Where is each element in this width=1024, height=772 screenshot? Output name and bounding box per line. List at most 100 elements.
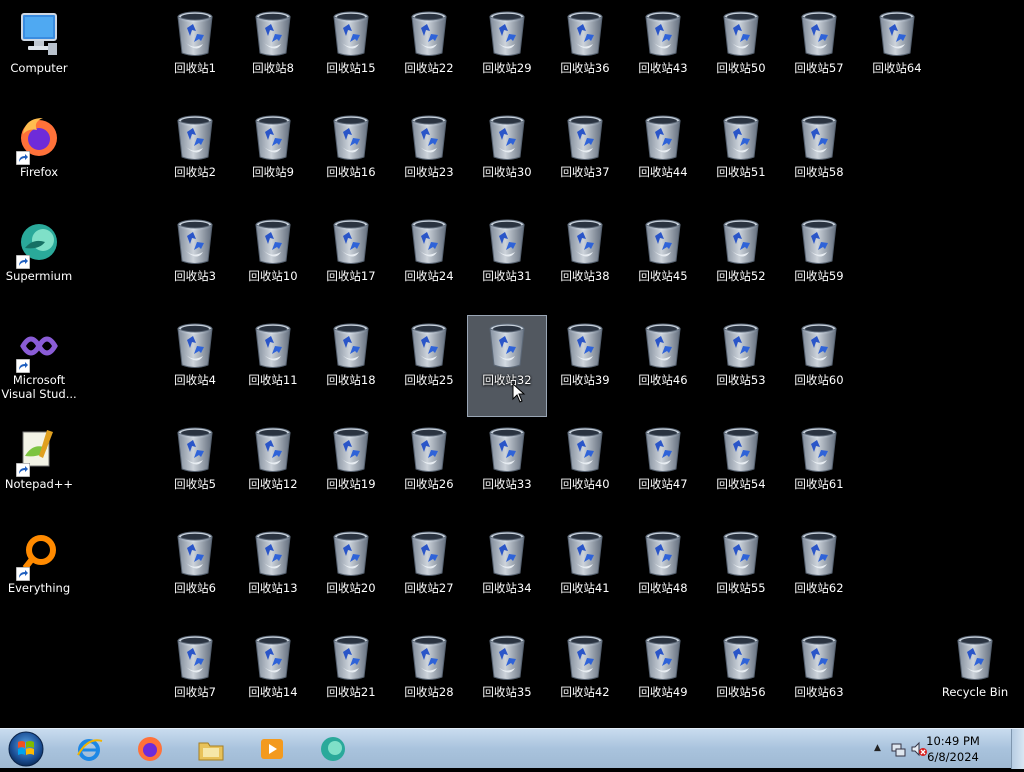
- recycle-bin-shortcut[interactable]: 回收站47: [624, 420, 702, 520]
- recycle-bin-shortcut[interactable]: 回收站6: [156, 524, 234, 624]
- recycle-bin-shortcut[interactable]: 回收站63: [780, 628, 858, 728]
- recycle-bin-shortcut[interactable]: 回收站17: [312, 212, 390, 312]
- recycle-bin-shortcut[interactable]: 回收站36: [546, 4, 624, 104]
- desktop-icon-label: 回收站61: [794, 477, 844, 491]
- taskbar-supermium-button[interactable]: [306, 731, 360, 767]
- recycle-bin-shortcut[interactable]: 回收站56: [702, 628, 780, 728]
- start-button[interactable]: [6, 730, 46, 768]
- recycle-bin-shortcut[interactable]: 回收站60: [780, 316, 858, 416]
- recycle-bin-shortcut[interactable]: 回收站34: [468, 524, 546, 624]
- recycle-bin-shortcut[interactable]: 回收站23: [390, 108, 468, 208]
- recycle-bin-shortcut[interactable]: 回收站33: [468, 420, 546, 520]
- recycle-bin-shortcut[interactable]: 回收站44: [624, 108, 702, 208]
- recycle-bin-icon: [333, 635, 369, 680]
- recycle-bin-shortcut[interactable]: 回收站46: [624, 316, 702, 416]
- recycle-bin-shortcut[interactable]: 回收站38: [546, 212, 624, 312]
- clock[interactable]: 10:49 PM 6/8/2024: [918, 733, 988, 765]
- recycle-bin-shortcut[interactable]: 回收站1: [156, 4, 234, 104]
- recycle-bin-icon: [255, 635, 291, 680]
- recycle-bin-shortcut[interactable]: 回收站16: [312, 108, 390, 208]
- recycle-bin-shortcut[interactable]: 回收站27: [390, 524, 468, 624]
- recycle-bin-shortcut[interactable]: 回收站62: [780, 524, 858, 624]
- recycle-bin-shortcut[interactable]: 回收站8: [234, 4, 312, 104]
- desktop-icon-label: 回收站13: [248, 581, 298, 595]
- recycle-bin-shortcut[interactable]: 回收站32: [467, 315, 547, 417]
- recycle-bin-shortcut[interactable]: 回收站48: [624, 524, 702, 624]
- visual-studio-desktop-icon[interactable]: Microsoft Visual Stud...: [0, 316, 78, 416]
- recycle-bin-shortcut[interactable]: 回收站21: [312, 628, 390, 728]
- recycle-bin-shortcut[interactable]: 回收站14: [234, 628, 312, 728]
- recycle-bin-shortcut[interactable]: 回收站29: [468, 4, 546, 104]
- taskbar-file-explorer-button[interactable]: [184, 731, 238, 767]
- recycle-bin-shortcut[interactable]: 回收站26: [390, 420, 468, 520]
- recycle-bin-shortcut[interactable]: 回收站9: [234, 108, 312, 208]
- recycle-bin-icon: [333, 219, 369, 264]
- recycle-bin-shortcut[interactable]: 回收站58: [780, 108, 858, 208]
- recycle-bin-shortcut[interactable]: 回收站35: [468, 628, 546, 728]
- recycle-bin-shortcut[interactable]: 回收站37: [546, 108, 624, 208]
- desktop-icon-label: 回收站56: [716, 685, 766, 699]
- taskbar-internet-explorer-button[interactable]: [62, 731, 116, 767]
- recycle-bin-shortcut[interactable]: 回收站10: [234, 212, 312, 312]
- recycle-bin-shortcut[interactable]: 回收站50: [702, 4, 780, 104]
- recycle-bin-icon: [645, 323, 681, 368]
- recycle-bin-shortcut[interactable]: 回收站43: [624, 4, 702, 104]
- recycle-bin-shortcut[interactable]: 回收站22: [390, 4, 468, 104]
- recycle-bin-shortcut[interactable]: 回收站15: [312, 4, 390, 104]
- show-desktop-button[interactable]: [1011, 729, 1024, 769]
- recycle-bin-shortcut[interactable]: 回收站3: [156, 212, 234, 312]
- recycle-bin-shortcut[interactable]: 回收站2: [156, 108, 234, 208]
- supermium-desktop-icon[interactable]: Supermium: [0, 212, 78, 312]
- recycle-bin-shortcut[interactable]: 回收站25: [390, 316, 468, 416]
- recycle-bin-shortcut[interactable]: 回收站28: [390, 628, 468, 728]
- recycle-bin-shortcut[interactable]: 回收站24: [390, 212, 468, 312]
- recycle-bin-shortcut[interactable]: 回收站5: [156, 420, 234, 520]
- recycle-bin-shortcut[interactable]: 回收站52: [702, 212, 780, 312]
- mouse-cursor-icon: [512, 383, 526, 403]
- computer-desktop-icon[interactable]: Computer: [0, 4, 78, 104]
- recycle-bin-shortcut[interactable]: 回收站40: [546, 420, 624, 520]
- recycle-bin-icon: [489, 323, 525, 368]
- recycle-bin-shortcut[interactable]: 回收站49: [624, 628, 702, 728]
- recycle-bin-desktop-icon[interactable]: Recycle Bin: [936, 628, 1014, 728]
- recycle-bin-shortcut-image: [565, 530, 605, 578]
- recycle-bin-shortcut[interactable]: 回收站64: [858, 4, 936, 104]
- recycle-bin-shortcut[interactable]: 回收站12: [234, 420, 312, 520]
- recycle-bin-shortcut[interactable]: 回收站54: [702, 420, 780, 520]
- recycle-bin-shortcut[interactable]: 回收站41: [546, 524, 624, 624]
- taskbar-media-player-button[interactable]: [245, 731, 299, 767]
- notepad-plus-plus-desktop-icon[interactable]: Notepad++: [0, 420, 78, 520]
- recycle-bin-icon: [723, 427, 759, 472]
- supermium-icon: [321, 737, 345, 761]
- recycle-bin-shortcut[interactable]: 回收站39: [546, 316, 624, 416]
- clock-time: 10:49 PM: [926, 734, 980, 748]
- recycle-bin-shortcut[interactable]: 回收站55: [702, 524, 780, 624]
- recycle-bin-shortcut[interactable]: 回收站7: [156, 628, 234, 728]
- network-icon[interactable]: [890, 740, 908, 762]
- recycle-bin-shortcut[interactable]: 回收站42: [546, 628, 624, 728]
- recycle-bin-shortcut[interactable]: 回收站53: [702, 316, 780, 416]
- firefox-desktop-icon[interactable]: Firefox: [0, 108, 78, 208]
- recycle-bin-shortcut[interactable]: 回收站20: [312, 524, 390, 624]
- recycle-bin-icon: [255, 531, 291, 576]
- recycle-bin-shortcut[interactable]: 回收站57: [780, 4, 858, 104]
- recycle-bin-shortcut[interactable]: 回收站59: [780, 212, 858, 312]
- recycle-bin-shortcut[interactable]: 回收站13: [234, 524, 312, 624]
- everything-desktop-icon[interactable]: Everything: [0, 524, 78, 624]
- recycle-bin-shortcut[interactable]: 回收站11: [234, 316, 312, 416]
- recycle-bin-shortcut[interactable]: 回收站4: [156, 316, 234, 416]
- recycle-bin-shortcut[interactable]: 回收站51: [702, 108, 780, 208]
- recycle-bin-shortcut[interactable]: 回收站31: [468, 212, 546, 312]
- recycle-bin-shortcut[interactable]: 回收站30: [468, 108, 546, 208]
- recycle-bin-shortcut[interactable]: 回收站18: [312, 316, 390, 416]
- recycle-bin-shortcut[interactable]: 回收站45: [624, 212, 702, 312]
- taskbar-firefox-button[interactable]: [123, 731, 177, 767]
- recycle-bin-shortcut-image: [565, 322, 605, 370]
- recycle-bin-icon: [801, 427, 837, 472]
- desktop-icon-label: 回收站30: [482, 165, 532, 179]
- recycle-bin-shortcut[interactable]: 回收站61: [780, 420, 858, 520]
- recycle-bin-shortcut[interactable]: 回收站19: [312, 420, 390, 520]
- show-hidden-icons-arrow-icon[interactable]: ▲: [874, 743, 881, 753]
- computer-image: [19, 10, 59, 58]
- recycle-bin-shortcut-image: [409, 530, 449, 578]
